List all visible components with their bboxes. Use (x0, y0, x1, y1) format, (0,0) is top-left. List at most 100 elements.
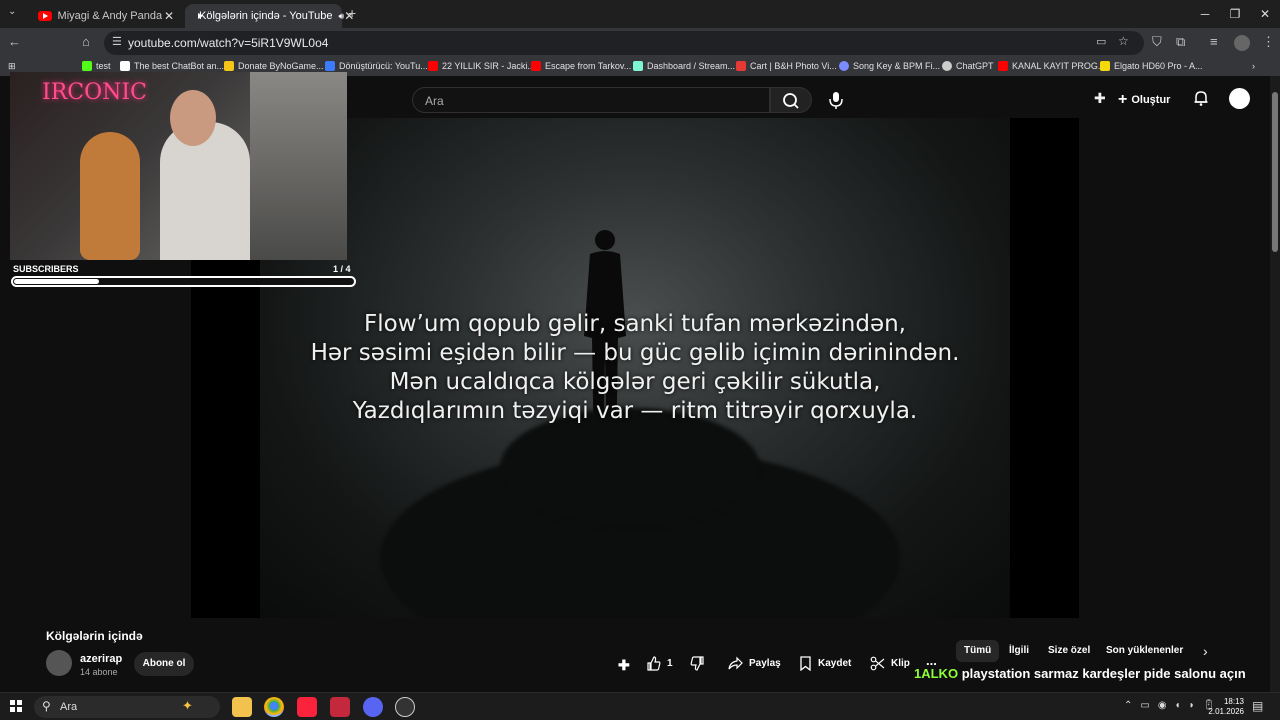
notification-icon[interactable]: ▤ (1252, 699, 1263, 713)
clock-date: 2.01.2026 (1208, 707, 1244, 716)
bookmark-item[interactable]: Dashboard / Stream... (633, 61, 735, 71)
site-info-icon[interactable]: ☰ (112, 35, 122, 48)
thumbs-up-icon (647, 656, 661, 671)
tab-kolgelerin[interactable]: Kölgələrin içində - YouTube 🔊︎ ✕ (185, 4, 354, 28)
restore-button[interactable]: ❐ (1220, 4, 1250, 24)
music-app-icon[interactable] (297, 697, 317, 717)
scrollbar-thumb[interactable] (1272, 92, 1278, 252)
search-placeholder: Ara (425, 94, 444, 108)
bookmark-icon (800, 656, 811, 671)
notifications-button[interactable] (1192, 89, 1210, 112)
tab-label: Kölgələrin içində - YouTube (199, 10, 333, 22)
taskbar-clock[interactable]: 18:13 2.01.2026 (1196, 697, 1244, 717)
back-icon[interactable]: ← (8, 34, 21, 49)
obs-icon[interactable] (395, 697, 415, 717)
scissors-icon (870, 656, 885, 671)
url-text: youtube.com/watch?v=5iR1V9WL0o4 (128, 36, 329, 50)
channel-name[interactable]: azerirap (80, 653, 122, 665)
tab-miyagi[interactable]: Miyagi & Andy Panda - Minor | ✕ (30, 4, 182, 28)
windows-taskbar: ⚲ Ara ✦ ⌃▭◉◖◗🔋︎ 18:13 2.01.2026 ▤ (0, 692, 1280, 720)
bookmark-item[interactable]: ChatGPT (942, 61, 994, 71)
lyrics-line: Hər səsimi eşidən bilir — bu güc gəlib i… (310, 340, 960, 366)
new-tab-button[interactable]: + (348, 5, 356, 21)
voicemod-icon[interactable] (330, 697, 350, 717)
bookmark-item[interactable]: Dönüştürücü: YouTu... (325, 61, 428, 71)
extension-puzzle-icon[interactable]: ✚ (1094, 90, 1106, 107)
share-button[interactable]: Paylaş (728, 656, 781, 671)
browser-toolbar: ← ⌂ ☰ youtube.com/watch?v=5iR1V9WL0o4 ▭ … (0, 28, 1280, 58)
extensions-icon[interactable]: ⧉ (1176, 34, 1185, 50)
bookmark-item[interactable]: The best ChatBot an... (120, 61, 224, 71)
youtube-icon (38, 11, 52, 21)
taskbar-search-text: Ara (60, 701, 78, 713)
thumbs-down-icon (690, 656, 704, 671)
discord-icon[interactable] (363, 697, 383, 717)
ticker-user: 1ALKO (914, 666, 959, 681)
bookmark-item[interactable]: Escape from Tarkov... (531, 61, 631, 71)
chip-recent-uploads[interactable]: Son yüklenenler (1098, 640, 1191, 662)
save-button[interactable]: Kaydet (799, 656, 851, 671)
page-scrollbar[interactable] (1270, 76, 1280, 692)
chip-all[interactable]: Tümü (956, 640, 1000, 662)
voice-search-button[interactable] (822, 87, 850, 113)
close-window-button[interactable]: ✕ (1250, 4, 1280, 24)
chevron-right-icon[interactable]: › (1203, 643, 1208, 659)
minimize-button[interactable]: ─ (1190, 4, 1220, 24)
wall-light (250, 72, 347, 260)
bookmark-item[interactable]: Donate ByNoGame... (224, 61, 324, 71)
share-label: Paylaş (749, 658, 781, 669)
bookmark-item[interactable]: test (82, 61, 111, 71)
apps-icon[interactable]: ⊞ (8, 61, 16, 72)
subscribers-goal-fill (14, 279, 99, 284)
bookmark-item[interactable]: KANAL KAYIT PROG... (998, 61, 1105, 71)
account-avatar[interactable] (1229, 88, 1250, 109)
media-icon[interactable]: ≡ (1210, 34, 1218, 49)
channel-logo: IRCONIC (42, 80, 147, 105)
bookmark-item[interactable]: Song Key & BPM Fi... (839, 61, 940, 71)
bh-icon (736, 61, 746, 71)
bookmark-item[interactable]: Elgato HD60 Pro - A... (1100, 61, 1203, 71)
star-icon[interactable]: ☆ (1118, 34, 1129, 48)
subscribers-goal-label: SUBSCRIBERS (13, 264, 79, 274)
chrome-icon[interactable] (264, 697, 284, 717)
lyrics-line: Mən ucaldıqca kölgələr geri çəkilir süku… (389, 369, 881, 395)
profile-avatar[interactable] (1234, 35, 1250, 51)
plus-icon: + (1118, 91, 1128, 108)
windows-start-icon[interactable] (10, 700, 22, 712)
subscribe-button[interactable]: Abone ol (134, 652, 194, 676)
home-icon[interactable]: ⌂ (82, 34, 90, 49)
search-icon (783, 93, 799, 109)
taskbar-search[interactable]: ⚲ Ara ✦ (34, 696, 220, 718)
bynogame-icon (224, 61, 234, 71)
clip-button[interactable]: Klip (870, 656, 910, 671)
chip-for-you[interactable]: Size özel (1040, 640, 1098, 662)
dislike-button[interactable] (690, 656, 711, 671)
more-bookmarks-icon[interactable]: › (1252, 61, 1255, 71)
streamer-head (170, 90, 216, 146)
menu-icon[interactable]: ⋮ (1262, 34, 1275, 50)
chip-related[interactable]: İlgili (1001, 640, 1037, 662)
cast-icon[interactable]: ▭ (1096, 35, 1106, 48)
youtube-icon (998, 61, 1008, 71)
streamlabs-icon (633, 61, 643, 71)
tab-search-icon[interactable]: ⌄ (8, 6, 16, 17)
extension-icon-button[interactable]: ✚ (618, 657, 630, 674)
bookmark-item[interactable]: 22 YILLIK SIR - Jacki... (428, 61, 535, 71)
diamond-icon (120, 61, 130, 71)
close-tab-icon[interactable]: ✕ (164, 9, 174, 23)
copilot-icon: ✦ (182, 698, 193, 713)
bookmark-item[interactable]: Cart | B&H Photo Vi... (736, 61, 837, 71)
lyrics-line: Flow’um qopub gəlir, sanki tufan mərkəzi… (364, 311, 906, 337)
search-icon: ⚲ (42, 699, 51, 713)
create-button[interactable]: + Oluştur (1118, 88, 1170, 112)
youtube-icon (428, 61, 438, 71)
like-button[interactable]: 1 (646, 656, 673, 671)
search-button[interactable] (770, 87, 812, 113)
search-input[interactable]: Ara (412, 87, 770, 113)
save-label: Kaydet (818, 658, 852, 669)
file-explorer-icon[interactable] (232, 697, 252, 717)
address-bar[interactable]: ☰ youtube.com/watch?v=5iR1V9WL0o4 ▭ ☆ (104, 31, 1144, 55)
channel-avatar[interactable] (46, 650, 72, 676)
shield-icon[interactable]: ⛉ (1152, 34, 1162, 50)
microphone-icon (829, 92, 843, 109)
